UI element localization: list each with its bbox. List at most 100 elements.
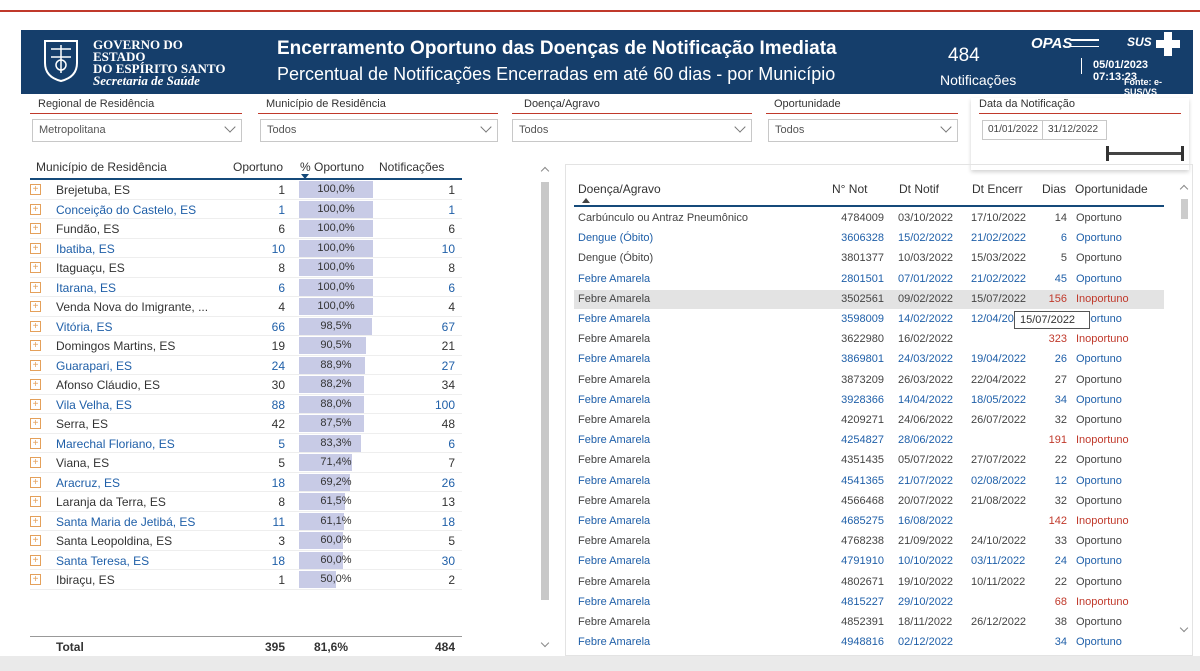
expand-icon[interactable]: + <box>30 320 41 332</box>
table-row[interactable]: + Viana, ES 5 71,4% 7 <box>30 453 462 473</box>
table-row[interactable]: Febre Amarela 4209271 24/06/2022 26/07/2022… <box>574 411 1164 431</box>
left-scrollbar[interactable] <box>540 162 550 652</box>
table-row[interactable]: Febre Amarela 4566468 20/07/2022 21/08/2022… <box>574 492 1164 512</box>
dtencerr-cell: 15/03/2022 <box>971 252 1027 265</box>
table-row[interactable]: + Vila Velha, ES 88 88,0% 100 <box>30 395 462 414</box>
table-row[interactable]: Febre Amarela 3869801 24/03/2022 19/04/2022… <box>574 350 1164 370</box>
table-row[interactable]: + Venda Nova do Imigrante, ... 4 100,0% 4 <box>30 297 462 317</box>
table-row[interactable]: Febre Amarela 3873209 26/03/2022 22/04/2022… <box>574 371 1164 391</box>
table-row[interactable]: Febre Amarela 3622980 16/02/2022 323 Inoport… <box>574 330 1164 350</box>
table-row[interactable]: + Santa Maria de Jetibá, ES 11 61,1% 18 <box>30 512 462 531</box>
table-row[interactable]: + Fundão, ES 6 100,0% 6 <box>30 219 462 239</box>
chevron-up-icon[interactable] <box>1179 184 1189 194</box>
table-row[interactable]: Febre Amarela 4685275 16/08/2022 142 Inoport… <box>574 512 1164 532</box>
col-oportuno-header[interactable]: Oportuno <box>233 160 283 174</box>
expand-icon[interactable]: + <box>30 340 41 351</box>
table-row[interactable]: Febre Amarela 2801501 07/01/2022 21/02/2022… <box>574 270 1164 290</box>
expand-icon[interactable]: + <box>30 359 41 371</box>
table-row[interactable]: + Santa Teresa, ES 18 60,0% 30 <box>30 551 462 570</box>
col-pct-header[interactable]: % Oportuno <box>300 160 364 174</box>
expand-icon[interactable]: + <box>30 476 41 488</box>
table-row[interactable]: + Guarapari, ES 24 88,9% 27 <box>30 356 462 375</box>
table-row[interactable]: Febre Amarela 3928366 14/04/2022 18/05/2022… <box>574 391 1164 411</box>
chevron-down-icon[interactable] <box>540 638 550 648</box>
table-row[interactable]: Febre Amarela 4541365 21/07/2022 02/08/2022… <box>574 472 1164 492</box>
date-range-slider[interactable] <box>1107 152 1183 155</box>
table-row[interactable]: + Domingos Martins, ES 19 90,5% 21 <box>30 336 462 356</box>
table-row[interactable]: + Serra, ES 42 87,5% 48 <box>30 414 462 434</box>
table-row[interactable]: Dengue (Óbito) 3606328 15/02/2022 21/02/202… <box>574 229 1164 249</box>
col-dias-header[interactable]: Dias <box>1042 182 1066 196</box>
date-start-input[interactable]: 01/01/2022 <box>982 120 1043 140</box>
col-dtencerr-header[interactable]: Dt Encerr <box>972 182 1023 196</box>
col-doenca-header[interactable]: Doença/Agravo <box>578 182 661 196</box>
table-row[interactable]: Febre Amarela 4254827 28/06/2022 191 Inoport… <box>574 431 1164 451</box>
chevron-up-icon[interactable] <box>540 166 550 176</box>
regional-dropdown[interactable]: Metropolitana <box>32 119 242 142</box>
table-row[interactable]: Dengue (Óbito) 3801377 10/03/2022 15/03/202… <box>574 249 1164 269</box>
table-row[interactable]: + Conceição do Castelo, ES 1 100,0% 1 <box>30 200 462 219</box>
municipio-dropdown[interactable]: Todos <box>260 119 498 142</box>
table-row[interactable]: Febre Amarela 4948816 02/12/2022 34 Oportuno <box>574 633 1164 653</box>
table-row[interactable]: + Afonso Cláudio, ES 30 88,2% 34 <box>30 375 462 395</box>
table-row[interactable]: Febre Amarela 4852391 18/11/2022 26/12/2022… <box>574 613 1164 633</box>
expand-icon[interactable]: + <box>30 496 41 507</box>
col-nnot-header[interactable]: N° Not <box>832 182 867 196</box>
expand-icon[interactable]: + <box>30 262 41 273</box>
expand-icon[interactable]: + <box>30 418 41 429</box>
nnot-cell: 3928366 <box>841 393 884 406</box>
expand-icon[interactable]: + <box>30 379 41 390</box>
chevron-down-icon[interactable] <box>1179 623 1189 633</box>
table-row[interactable]: + Itarana, ES 6 100,0% 6 <box>30 278 462 297</box>
col-notif-header[interactable]: Notificações <box>379 160 444 174</box>
right-scrollbar-thumb[interactable] <box>1181 199 1188 219</box>
expand-icon[interactable]: + <box>30 203 41 215</box>
table-row[interactable]: + Santa Leopoldina, ES 3 60,0% 5 <box>30 531 462 551</box>
slider-end-handle[interactable] <box>1181 146 1184 161</box>
oport-cell: Oportuno <box>1076 272 1122 285</box>
right-scrollbar[interactable] <box>1179 184 1189 636</box>
expand-icon[interactable]: + <box>30 398 41 410</box>
expand-icon[interactable]: + <box>30 242 41 254</box>
dtnotif-cell: 03/10/2022 <box>898 212 954 224</box>
expand-icon[interactable]: + <box>30 554 41 566</box>
expand-icon[interactable]: + <box>30 535 41 546</box>
pct-value: 100,0% <box>317 280 355 293</box>
doenca-dropdown[interactable]: Todos <box>512 119 752 142</box>
table-row[interactable]: + Marechal Floriano, ES 5 83,3% 6 <box>30 434 462 453</box>
table-row[interactable]: + Aracruz, ES 18 69,2% 26 <box>30 473 462 492</box>
table-row[interactable]: Febre Amarela 4802671 19/10/2022 10/11/2022… <box>574 573 1164 593</box>
expand-icon[interactable]: + <box>30 281 41 293</box>
table-row[interactable]: Febre Amarela 4815227 29/10/2022 68 Inoportu… <box>574 593 1164 613</box>
table-row[interactable]: Febre Amarela 4351435 05/07/2022 27/07/2022… <box>574 451 1164 471</box>
table-row[interactable]: + Itaguaçu, ES 8 100,0% 8 <box>30 258 462 278</box>
table-row[interactable]: + Ibatiba, ES 10 100,0% 10 <box>30 239 462 258</box>
table-row[interactable]: + Ibiraçu, ES 1 50,0% 2 <box>30 570 462 590</box>
expand-icon[interactable]: + <box>30 223 41 234</box>
table-row[interactable]: + Vitória, ES 66 98,5% 67 <box>30 317 462 336</box>
table-row[interactable]: Febre Amarela 4791910 10/10/2022 03/11/2022… <box>574 552 1164 572</box>
expand-icon[interactable]: + <box>30 457 41 468</box>
date-end-input[interactable]: 31/12/2022 <box>1042 120 1107 140</box>
col-municipio-header[interactable]: Município de Residência <box>36 160 167 174</box>
table-row[interactable]: + Laranja da Terra, ES 8 61,5% 13 <box>30 492 462 512</box>
expand-icon[interactable]: + <box>30 301 41 312</box>
table-row[interactable]: + Brejetuba, ES 1 100,0% 1 <box>30 180 462 200</box>
left-scrollbar-thumb[interactable] <box>541 182 549 600</box>
municipio-name: Domingos Martins, ES <box>56 339 176 353</box>
slider-start-handle[interactable] <box>1106 146 1109 161</box>
table-row[interactable]: Febre Amarela 4768238 21/09/2022 24/10/2022… <box>574 532 1164 552</box>
expand-icon[interactable]: + <box>30 515 41 527</box>
expand-icon[interactable]: + <box>30 437 41 449</box>
pct-value: 61,5% <box>320 495 352 507</box>
col-dtnotif-header[interactable]: Dt Notif <box>899 182 939 196</box>
expand-icon[interactable]: + <box>30 574 41 585</box>
table-row[interactable]: Carbúnculo ou Antraz Pneumônico 4784009 03… <box>574 209 1164 229</box>
col-oport-header[interactable]: Oportunidade <box>1075 182 1148 196</box>
oportunidade-dropdown[interactable]: Todos <box>768 119 958 142</box>
table-row[interactable]: Febre Amarela 3502561 09/02/2022 15/07/2022… <box>574 289 1164 310</box>
nnot-cell: 3873209 <box>841 373 884 386</box>
dias-cell: 34 <box>1054 636 1067 649</box>
expand-icon[interactable]: + <box>30 184 41 195</box>
oportuno-count: 6 <box>278 280 285 295</box>
